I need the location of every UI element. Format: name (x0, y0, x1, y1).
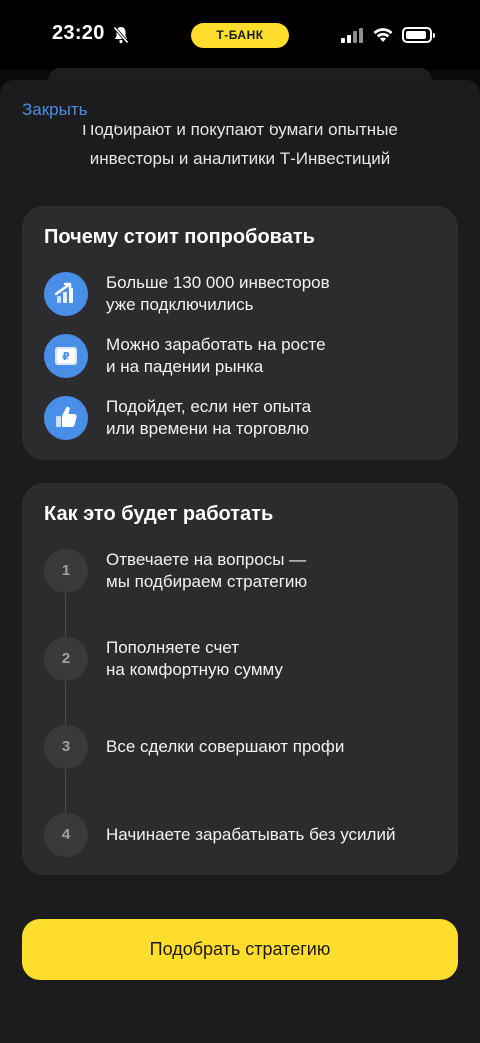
step-text: Пополняете счет на комфортную сумму (106, 637, 456, 681)
feature-line-2: уже подключились (106, 295, 254, 314)
feature-item: ₽ Можно заработать на росте и на падении… (44, 334, 444, 380)
bell-off-icon (113, 26, 129, 44)
why-try-title: Почему стоит попробовать (44, 226, 315, 248)
feature-text: Можно заработать на росте и на падении р… (106, 334, 446, 378)
thumbs-up-icon (44, 396, 88, 440)
why-try-card: Почему стоит попробовать Больше 130 000 … (22, 206, 458, 460)
signal-icon (341, 28, 363, 43)
how-it-works-card: Как это будет работать 1 Отвечаете на во… (22, 483, 458, 875)
close-button[interactable]: Закрыть (22, 100, 87, 120)
status-bar: 23:20 Т-БАНК (0, 0, 480, 70)
wifi-icon (373, 28, 393, 42)
step-number: 4 (44, 813, 88, 857)
step-line-1: Отвечаете на вопросы — (106, 550, 307, 569)
subtitle-line-1: Подбирают и покупают бумаги опытные (0, 125, 480, 141)
feature-text: Подойдет, если нет опыта или времени на … (106, 396, 446, 440)
ruble-card-icon: ₽ (44, 334, 88, 378)
how-it-works-title: Как это будет работать (44, 503, 274, 525)
bottom-sheet: Закрыть Подбирают и покупают бумаги опыт… (0, 80, 480, 1043)
subtitle-line-1-text: Подбирают и покупают бумаги опытные (82, 125, 398, 139)
step-number: 3 (44, 725, 88, 769)
feature-item: Подойдет, если нет опыта или времени на … (44, 396, 444, 442)
step-connector (65, 681, 66, 725)
bank-badge: Т-БАНК (191, 23, 289, 48)
feature-line-2: и на падении рынка (106, 357, 264, 376)
status-time: 23:20 (52, 22, 105, 44)
step-text: Начинаете зарабатывать без усилий (106, 825, 396, 844)
step-connector (65, 769, 66, 813)
step-line-1: Пополняете счет (106, 638, 239, 657)
step-text: Все сделки совершают профи (106, 737, 345, 756)
feature-line-2: или времени на торговлю (106, 419, 309, 438)
step-number: 2 (44, 637, 88, 681)
feature-line-1: Подойдет, если нет опыта (106, 397, 312, 416)
choose-strategy-button[interactable]: Подобрать стратегию (22, 919, 458, 980)
feature-line-1: Больше 130 000 инвесторов (106, 273, 330, 292)
feature-item: Больше 130 000 инвесторов уже подключили… (44, 272, 444, 318)
feature-text: Больше 130 000 инвесторов уже подключили… (106, 272, 446, 316)
step-number: 1 (44, 549, 88, 593)
battery-icon (402, 27, 435, 43)
step-line-2: на комфортную сумму (106, 660, 283, 679)
svg-text:₽: ₽ (62, 350, 70, 363)
step-text: Отвечаете на вопросы — мы подбираем стра… (106, 549, 456, 593)
growth-arrow-icon (44, 272, 88, 316)
subtitle-line-2: инвесторы и аналитики Т-Инвестиций (89, 149, 391, 168)
step-line-2: мы подбираем стратегию (106, 572, 308, 591)
feature-line-1: Можно заработать на росте (106, 335, 326, 354)
step-connector (65, 593, 66, 637)
